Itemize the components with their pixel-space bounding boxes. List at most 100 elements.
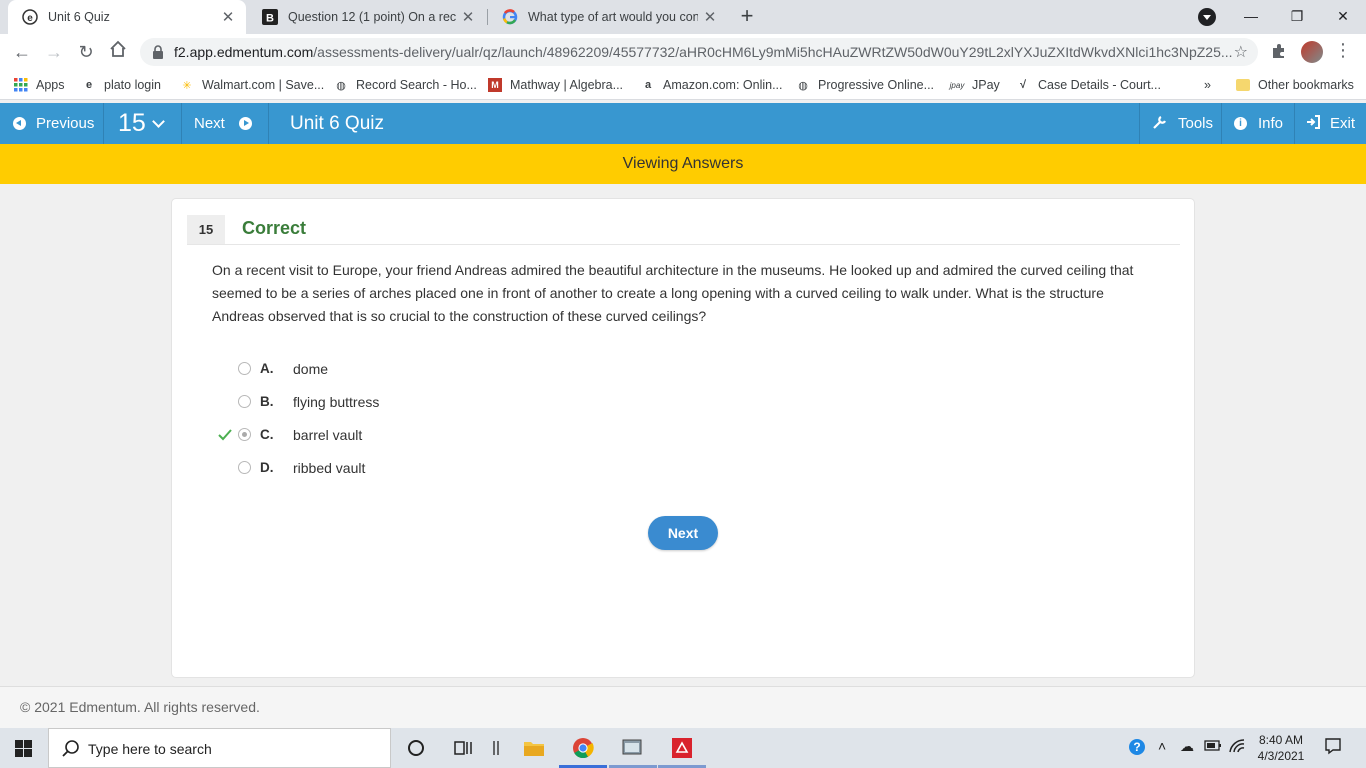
- extensions-puzzle-icon[interactable]: [1268, 42, 1290, 64]
- bookmark-mathway[interactable]: M Mathway | Algebra...: [488, 76, 623, 94]
- divider: [268, 103, 269, 144]
- tab-close-icon[interactable]: ✕: [456, 8, 480, 26]
- taskbar-search-box[interactable]: Type here to search: [48, 728, 391, 768]
- choice-d[interactable]: D. ribbed vault: [212, 451, 612, 484]
- edmentum-favicon-icon: e: [22, 9, 38, 25]
- divider: [1294, 103, 1295, 144]
- lock-icon[interactable]: [152, 45, 164, 59]
- bookmark-amazon[interactable]: a Amazon.com: Onlin...: [641, 76, 783, 94]
- windows-start-icon[interactable]: [15, 740, 32, 757]
- more-bookmarks-label: »: [1204, 78, 1211, 92]
- edmentum-icon: e: [85, 79, 93, 91]
- exit-icon: [1306, 114, 1320, 133]
- question-header: 15 Correct: [187, 215, 1180, 245]
- next-button[interactable]: Next: [648, 516, 718, 550]
- tab-title: Question 12 (1 point) On a recent: [288, 10, 456, 24]
- bookmark-walmart[interactable]: ✳ Walmart.com | Save...: [180, 76, 324, 94]
- bookmark-case-details[interactable]: √ Case Details - Court...: [1016, 76, 1161, 94]
- viewing-answers-banner: Viewing Answers: [0, 144, 1366, 184]
- new-tab-button[interactable]: +: [735, 5, 759, 29]
- wrench-icon: [1153, 115, 1167, 133]
- choice-b[interactable]: B. flying buttress: [212, 385, 612, 418]
- restore-window-icon[interactable]: ❐: [1274, 0, 1320, 32]
- radio-button[interactable]: [238, 461, 251, 474]
- url-host: f2.app.edmentum.com: [174, 44, 314, 60]
- google-favicon-icon: [502, 9, 518, 25]
- reload-icon[interactable]: ↻: [74, 40, 98, 64]
- page-footer: © 2021 Edmentum. All rights reserved.: [0, 686, 1366, 728]
- next-label: Next: [194, 115, 225, 132]
- bookmark-label: JPay: [972, 78, 1000, 92]
- answer-status: Correct: [242, 218, 307, 238]
- search-icon: [61, 739, 81, 759]
- choice-a[interactable]: A. dome: [212, 352, 612, 385]
- choice-letter: C.: [260, 427, 274, 442]
- mathway-icon: M: [488, 78, 502, 92]
- wifi-icon[interactable]: [1228, 738, 1246, 757]
- browser-tab-google-search[interactable]: What type of art would you cons ✕: [488, 0, 728, 34]
- bookmark-progressive[interactable]: ◍ Progressive Online...: [796, 76, 934, 94]
- tab-close-icon[interactable]: ✕: [216, 8, 240, 26]
- show-hidden-icons-chevron-icon[interactable]: ˄: [1158, 738, 1166, 754]
- battery-icon[interactable]: [1204, 738, 1222, 755]
- onedrive-cloud-icon[interactable]: ☁: [1180, 738, 1194, 755]
- browser-tab-unit-6-quiz[interactable]: e Unit 6 Quiz ✕: [8, 0, 246, 34]
- chrome-icon[interactable]: [571, 736, 595, 760]
- bookmark-record-search[interactable]: ◍ Record Search - Ho...: [334, 76, 477, 94]
- previous-label: Previous: [36, 115, 95, 132]
- profile-avatar[interactable]: [1301, 41, 1323, 63]
- choice-text: ribbed vault: [293, 459, 366, 476]
- tab-title: What type of art would you cons: [528, 10, 698, 24]
- question-number-dropdown[interactable]: 15: [118, 103, 165, 144]
- divider: [103, 103, 104, 144]
- app-window-icon[interactable]: [620, 736, 644, 760]
- notifications-icon[interactable]: [1324, 737, 1342, 758]
- bookmark-jpay[interactable]: jpay JPay: [950, 76, 1000, 94]
- divider: [181, 103, 182, 144]
- tools-button[interactable]: Tools: [1153, 103, 1213, 144]
- address-bar[interactable]: f2.app.edmentum.com/assessments-delivery…: [140, 38, 1258, 66]
- radio-button-selected[interactable]: [238, 428, 251, 441]
- bookmark-apps[interactable]: Apps: [14, 76, 65, 94]
- case-details-icon: √: [1019, 79, 1027, 91]
- file-explorer-icon[interactable]: [522, 736, 546, 760]
- apps-grid-icon: [14, 78, 28, 92]
- other-bookmarks-folder[interactable]: Other bookmarks: [1236, 76, 1354, 94]
- bookmark-star-icon[interactable]: ☆: [1234, 42, 1248, 62]
- choice-letter: D.: [260, 460, 274, 475]
- info-icon: i: [1234, 117, 1247, 130]
- browser-menu-icon[interactable]: ⋮: [1334, 40, 1352, 61]
- tab-close-icon[interactable]: ✕: [698, 8, 722, 26]
- exit-button[interactable]: Exit: [1306, 103, 1355, 144]
- quiz-header-bar: Previous 15 Next Unit 6 Quiz Tools i Inf…: [0, 103, 1366, 144]
- taskbar-separator-icon: [484, 736, 508, 760]
- bookmark-plato-login[interactable]: e plato login: [82, 76, 161, 94]
- close-window-icon[interactable]: ✕: [1320, 0, 1366, 32]
- previous-button[interactable]: Previous: [13, 103, 94, 144]
- taskbar-clock[interactable]: 8:40 AM 4/3/2021: [1252, 732, 1310, 764]
- home-icon[interactable]: [106, 40, 130, 64]
- minimize-window-icon[interactable]: —: [1228, 0, 1274, 32]
- choice-c[interactable]: C. barrel vault: [212, 418, 612, 451]
- bookmark-label: Walmart.com | Save...: [202, 78, 325, 92]
- help-icon[interactable]: ?: [1128, 738, 1146, 759]
- quiz-title: Unit 6 Quiz: [290, 113, 384, 134]
- red-app-icon[interactable]: [670, 736, 694, 760]
- tab-search-icon[interactable]: [1198, 8, 1216, 26]
- task-view-icon[interactable]: [452, 736, 476, 760]
- radio-button[interactable]: [238, 362, 251, 375]
- bookmarks-bar: Apps e plato login ✳ Walmart.com | Save...…: [0, 70, 1366, 100]
- question-text: On a recent visit to Europe, your friend…: [212, 262, 1134, 324]
- radio-button[interactable]: [238, 395, 251, 408]
- folder-icon: [1236, 79, 1250, 91]
- forward-arrow-icon[interactable]: →: [42, 40, 66, 64]
- browser-tab-question-12[interactable]: B Question 12 (1 point) On a recent ✕: [248, 0, 486, 34]
- bookmark-label: Mathway | Algebra...: [510, 78, 624, 92]
- next-question-button[interactable]: Next: [194, 103, 252, 144]
- choice-text: flying buttress: [293, 393, 380, 410]
- cortana-icon[interactable]: [404, 736, 428, 760]
- more-bookmarks-button[interactable]: »: [1204, 76, 1211, 94]
- info-button[interactable]: i Info: [1234, 103, 1283, 144]
- clock-date: 4/3/2021: [1257, 749, 1305, 763]
- back-arrow-icon[interactable]: ←: [10, 40, 34, 64]
